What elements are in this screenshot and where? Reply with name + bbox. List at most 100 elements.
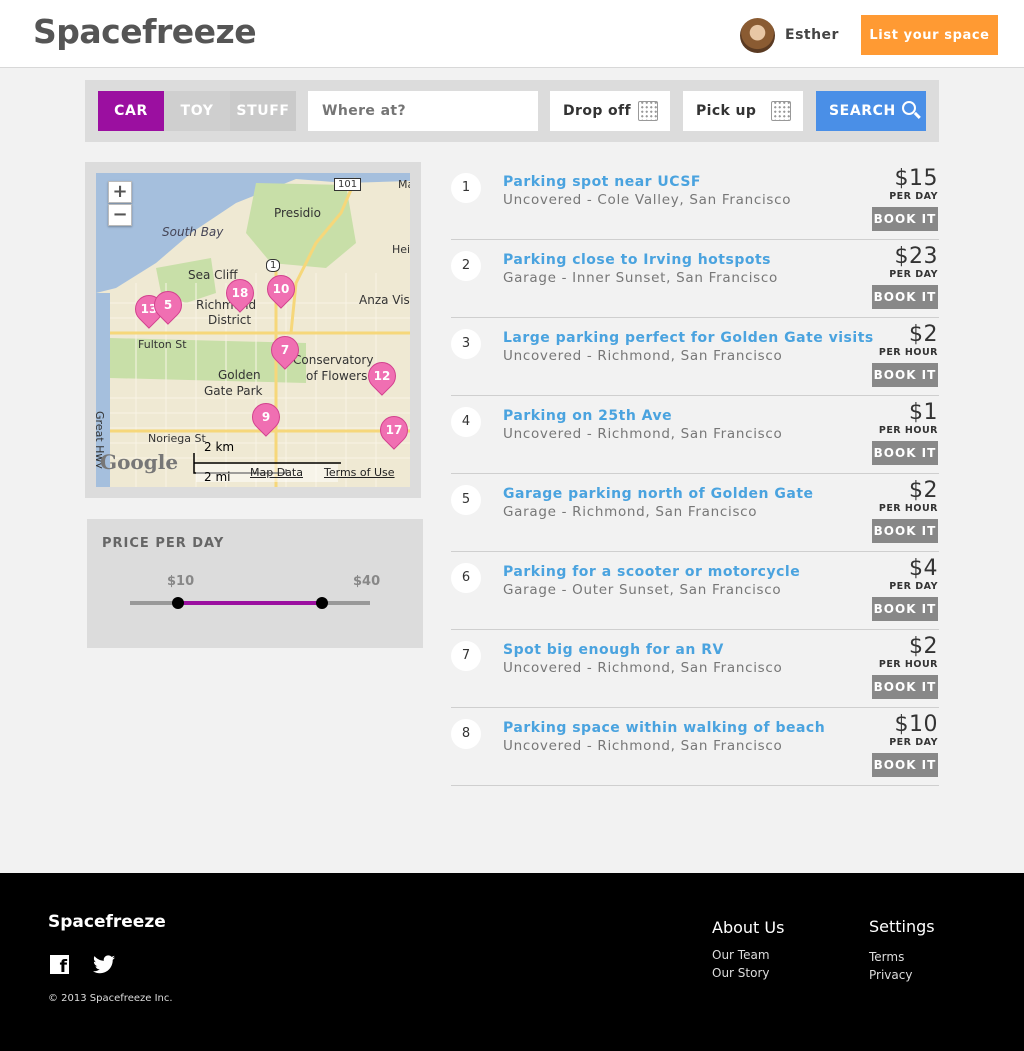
- price-filter: PRICE PER DAY $10 $40: [87, 519, 423, 648]
- listing-item: 1 Parking spot near UCSF Uncovered - Col…: [451, 162, 939, 240]
- map-panel: + − Presidio South Bay Sea Cliff Richmon…: [85, 162, 421, 498]
- listing-title[interactable]: Parking for a scooter or motorcycle: [503, 564, 800, 580]
- listing-subtitle: Uncovered - Cole Valley, San Francisco: [503, 192, 792, 208]
- footer-link-our-team[interactable]: Our Team: [712, 948, 770, 962]
- map-label: Fulton St: [138, 338, 187, 351]
- listing-price-unit: PER HOUR: [878, 503, 938, 514]
- price-max-label: $40: [353, 574, 381, 589]
- listing-number: 6: [451, 563, 481, 593]
- footer-link-terms[interactable]: Terms: [869, 950, 904, 964]
- map-label: 1: [266, 259, 281, 272]
- list-your-space-button[interactable]: List your space: [861, 15, 998, 55]
- map-data-link[interactable]: Map Data: [250, 466, 303, 479]
- listing-price: $2: [909, 322, 938, 347]
- listing-subtitle: Uncovered - Richmond, San Francisco: [503, 738, 783, 754]
- listing-subtitle: Uncovered - Richmond, San Francisco: [503, 660, 783, 676]
- zoom-in-button[interactable]: +: [108, 181, 132, 203]
- listing-item: 4 Parking on 25th Ave Uncovered - Richmo…: [451, 396, 939, 474]
- search-button[interactable]: SEARCH: [816, 91, 926, 131]
- listing-price: $1: [909, 400, 938, 425]
- listing-number: 4: [451, 407, 481, 437]
- price-slider-max-handle[interactable]: [316, 597, 328, 609]
- listing-number: 5: [451, 485, 481, 515]
- book-it-button[interactable]: BOOK IT: [872, 519, 938, 543]
- listing-subtitle: Garage - Inner Sunset, San Francisco: [503, 270, 778, 286]
- listing-price: $2: [909, 634, 938, 659]
- listing-price-unit: PER DAY: [889, 581, 938, 592]
- map-label: Golden: [218, 368, 261, 382]
- listing-title[interactable]: Parking on 25th Ave: [503, 408, 672, 424]
- price-slider-range: [178, 601, 322, 605]
- footer-about-title: About Us: [712, 918, 785, 937]
- map-label: District: [208, 313, 252, 327]
- book-it-button[interactable]: BOOK IT: [872, 207, 938, 231]
- search-icon: [902, 101, 916, 115]
- map-terms-link[interactable]: Terms of Use: [324, 466, 395, 479]
- tab-stuff[interactable]: STUFF: [230, 91, 296, 131]
- map[interactable]: + − Presidio South Bay Sea Cliff Richmon…: [96, 173, 410, 487]
- footer: Spacefreeze © 2013 Spacefreeze Inc. Abou…: [0, 873, 1024, 1051]
- pick-up-field[interactable]: Pick up: [683, 91, 803, 131]
- user-name[interactable]: Esther: [785, 27, 839, 43]
- book-it-button[interactable]: BOOK IT: [872, 285, 938, 309]
- listing-title[interactable]: Parking space within walking of beach: [503, 720, 825, 736]
- footer-logo[interactable]: Spacefreeze: [48, 912, 166, 932]
- listing-price: $23: [894, 244, 938, 269]
- listing-title[interactable]: Parking spot near UCSF: [503, 174, 701, 190]
- listing-item: 5 Garage parking north of Golden Gate Ga…: [451, 474, 939, 552]
- book-it-button[interactable]: BOOK IT: [872, 675, 938, 699]
- search-button-label: SEARCH: [829, 103, 896, 119]
- copyright: © 2013 Spacefreeze Inc.: [48, 993, 173, 1004]
- zoom-out-button[interactable]: −: [108, 204, 132, 226]
- price-slider-track[interactable]: [130, 597, 370, 609]
- listing-title[interactable]: Large parking perfect for Golden Gate vi…: [503, 330, 874, 346]
- calendar-icon[interactable]: [771, 101, 791, 121]
- listing-price-unit: PER DAY: [889, 269, 938, 280]
- map-label: Anza Vis: [359, 293, 410, 307]
- map-label: Hei: [392, 243, 410, 256]
- map-scale-km: 2 km: [204, 440, 235, 454]
- listing-subtitle: Uncovered - Richmond, San Francisco: [503, 348, 783, 364]
- price-slider-min-handle[interactable]: [172, 597, 184, 609]
- book-it-button[interactable]: BOOK IT: [872, 753, 938, 777]
- google-logo: Google: [100, 450, 179, 474]
- facebook-icon[interactable]: [50, 955, 69, 977]
- listing-title[interactable]: Parking close to Irving hotspots: [503, 252, 771, 268]
- user-avatar[interactable]: [740, 18, 775, 53]
- twitter-icon[interactable]: [93, 955, 115, 974]
- map-label: Ma: [398, 178, 410, 191]
- header: Spacefreeze Esther List your space: [0, 0, 1024, 68]
- listing-item: 7 Spot big enough for an RV Uncovered - …: [451, 630, 939, 708]
- footer-settings-title: Settings: [869, 917, 935, 936]
- search-bar: CAR TOY STUFF Drop off Pick up SEARCH: [85, 80, 939, 142]
- book-it-button[interactable]: BOOK IT: [872, 441, 938, 465]
- listing-price-unit: PER HOUR: [878, 347, 938, 358]
- listing-number: 1: [451, 173, 481, 203]
- book-it-button[interactable]: BOOK IT: [872, 597, 938, 621]
- drop-off-label: Drop off: [563, 103, 632, 119]
- pick-up-label: Pick up: [696, 103, 757, 119]
- calendar-icon[interactable]: [638, 101, 658, 121]
- map-label: Conservatory: [293, 353, 374, 367]
- listing-number: 7: [451, 641, 481, 671]
- footer-link-privacy[interactable]: Privacy: [869, 968, 912, 982]
- listing-number: 8: [451, 719, 481, 749]
- footer-link-our-story[interactable]: Our Story: [712, 966, 770, 980]
- tab-car[interactable]: CAR: [98, 91, 164, 131]
- drop-off-field[interactable]: Drop off: [550, 91, 670, 131]
- map-label: South Bay: [162, 225, 224, 239]
- map-scale-mi: 2 mi: [204, 470, 231, 484]
- listing-title[interactable]: Spot big enough for an RV: [503, 642, 724, 658]
- tab-toy[interactable]: TOY: [164, 91, 230, 131]
- where-input[interactable]: [308, 91, 538, 131]
- site-logo[interactable]: Spacefreeze: [33, 12, 257, 51]
- listing-item: 2 Parking close to Irving hotspots Garag…: [451, 240, 939, 318]
- listing-price: $10: [894, 712, 938, 737]
- listing-subtitle: Uncovered - Richmond, San Francisco: [503, 426, 783, 442]
- book-it-button[interactable]: BOOK IT: [872, 363, 938, 387]
- listing-price-unit: PER DAY: [889, 191, 938, 202]
- map-label: Gate Park: [204, 384, 263, 398]
- map-label: of Flowers: [306, 369, 368, 383]
- listing-title[interactable]: Garage parking north of Golden Gate: [503, 486, 814, 502]
- listing-price-unit: PER HOUR: [878, 659, 938, 670]
